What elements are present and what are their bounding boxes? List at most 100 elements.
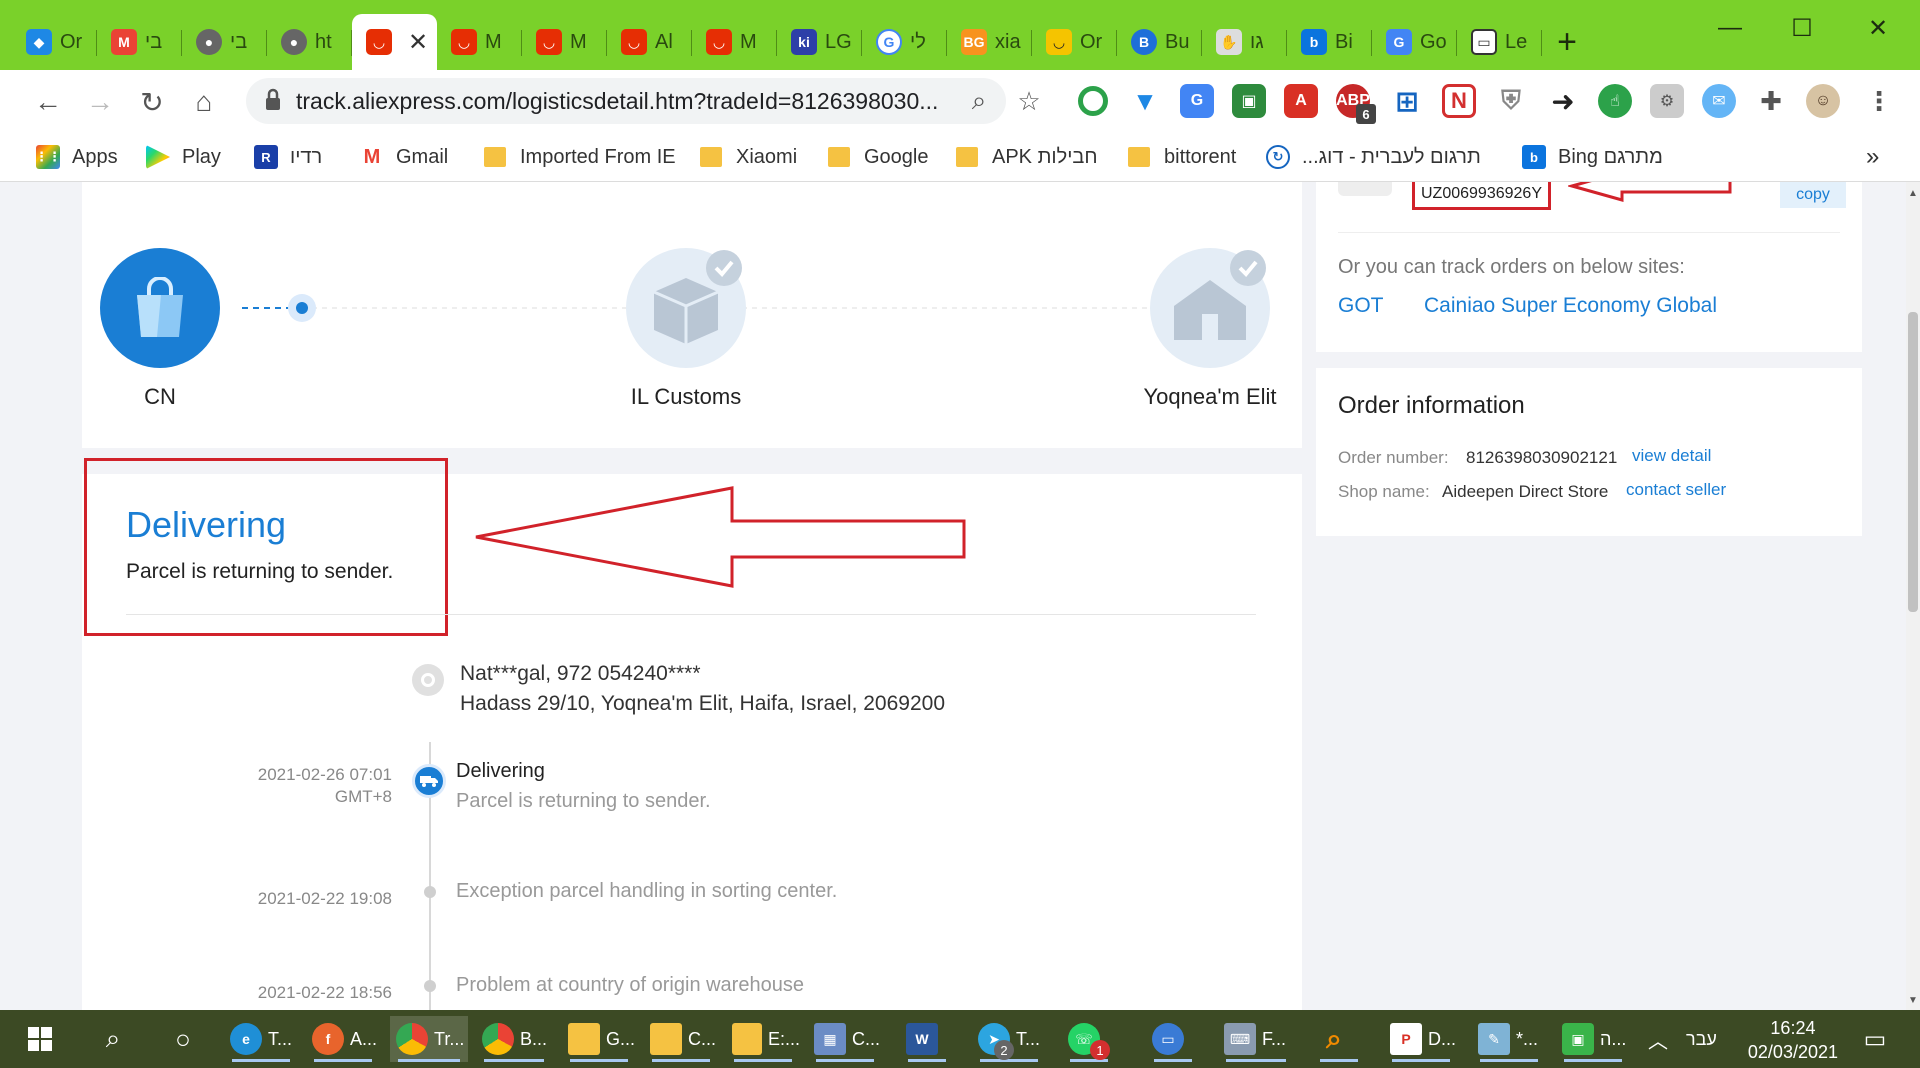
netflix-ext-icon[interactable]: N xyxy=(1442,84,1476,118)
bookmark-translate-site[interactable]: ↻ תרגום לעברית - דוג... xyxy=(1266,140,1481,174)
search-icon[interactable]: ⌕ xyxy=(90,1016,130,1062)
bookmark-gmail[interactable]: M Gmail xyxy=(360,140,448,174)
chrome-icon xyxy=(482,1023,514,1055)
menu-kebab-icon[interactable]: ⋮ xyxy=(1862,84,1896,118)
taskbar-firefox[interactable]: f A... xyxy=(306,1016,380,1062)
tab-smile[interactable]: ◡ Or xyxy=(1032,14,1117,70)
site-link-got[interactable]: GOT xyxy=(1338,294,1384,318)
close-window-icon[interactable]: ✕ xyxy=(1846,8,1910,48)
taskbar-folder-e[interactable]: E:... xyxy=(726,1016,800,1062)
bookmark-folder-apk[interactable]: APK חבילות xyxy=(956,140,1098,174)
bookmark-radio[interactable]: R רדיו xyxy=(254,140,322,174)
event-date: 2021-02-26 07:01 xyxy=(257,765,392,784)
status-title: Delivering xyxy=(126,504,287,545)
view-detail-link[interactable]: view detail xyxy=(1632,446,1711,466)
taskbar-search-tool[interactable]: ⌕ xyxy=(1312,1016,1366,1062)
tab-translate[interactable]: G Go xyxy=(1372,14,1457,70)
translate-site-icon: ↻ xyxy=(1266,145,1290,169)
diamond-ext-icon[interactable]: ▼ xyxy=(1128,84,1162,118)
tab-active-aliexpress[interactable]: ◡ ✕ xyxy=(352,14,437,70)
bookmark-folder-xiaomi[interactable]: Xiaomi xyxy=(700,140,797,174)
tab-aliexpress-m1[interactable]: ◡ M xyxy=(437,14,522,70)
arrow-ext-icon[interactable]: ➜ xyxy=(1546,84,1580,118)
pdf-ext-icon[interactable]: A xyxy=(1284,84,1318,118)
tab-bing[interactable]: b Bi xyxy=(1287,14,1372,70)
tab-label: LG xyxy=(825,30,852,53)
tab-hand[interactable]: ✋ גו xyxy=(1202,14,1287,70)
close-tab-icon[interactable]: ✕ xyxy=(408,28,428,57)
hand-ext-icon[interactable]: ☝ xyxy=(1598,84,1632,118)
taskbar-pdf[interactable]: P D... xyxy=(1384,1016,1458,1062)
profile-avatar[interactable]: ☺ xyxy=(1806,84,1840,118)
tab-aliexpress-al[interactable]: ◡ Al xyxy=(607,14,692,70)
tab-bu[interactable]: B Bu xyxy=(1117,14,1202,70)
home-icon[interactable]: ⌂ xyxy=(184,82,224,122)
scroll-thumb[interactable] xyxy=(1908,312,1918,612)
tray-chevron-up-icon[interactable]: ︿ xyxy=(1640,1016,1670,1062)
taskbar-chrome-2[interactable]: B... xyxy=(476,1016,552,1062)
start-button[interactable] xyxy=(14,1016,60,1062)
bookmark-star-icon[interactable]: ☆ xyxy=(1014,86,1044,116)
opera-ext-icon[interactable] xyxy=(1078,86,1108,116)
annotation-arrow-left xyxy=(475,486,966,588)
extensions-puzzle-icon[interactable]: ✚ xyxy=(1754,84,1788,118)
tab-aliexpress-m3[interactable]: ◡ M xyxy=(692,14,777,70)
scroll-down-arrow[interactable]: ▼ xyxy=(1908,995,1918,1006)
address-bar[interactable]: track.aliexpress.com/logisticsdetail.htm… xyxy=(246,78,1006,124)
forward-icon[interactable]: → xyxy=(80,82,120,122)
step-label-cn: CN xyxy=(144,384,176,409)
bookmark-folder-ie[interactable]: Imported From IE xyxy=(484,140,676,174)
language-indicator[interactable]: עבר xyxy=(1680,1016,1724,1062)
folder-icon xyxy=(650,1023,682,1055)
bookmark-folder-bittorent[interactable]: bittorent xyxy=(1128,140,1236,174)
tab-xia[interactable]: BG xia xyxy=(947,14,1032,70)
puzzle-person-ext-icon[interactable]: ⚙ xyxy=(1650,84,1684,118)
scroll-up-arrow[interactable]: ▲ xyxy=(1908,188,1918,199)
reload-icon[interactable]: ↻ xyxy=(132,82,172,122)
tab-le[interactable]: ▭ Le xyxy=(1457,14,1542,70)
bookmark-play[interactable]: Play xyxy=(146,140,221,174)
taskbar-keyboard[interactable]: ⌨ F... xyxy=(1218,1016,1294,1062)
taskbar-folder-c[interactable]: C... xyxy=(644,1016,718,1062)
site-link-cainiao[interactable]: Cainiao Super Economy Global xyxy=(1424,294,1717,318)
taskbar-edge[interactable]: e T... xyxy=(224,1016,298,1062)
minimize-icon[interactable]: — xyxy=(1698,8,1762,48)
tab-gmail[interactable]: M בי xyxy=(97,14,182,70)
tab-aliexpress-m2[interactable]: ◡ M xyxy=(522,14,607,70)
taskbar-chrome-active[interactable]: Tr... xyxy=(390,1016,468,1062)
tab-globe-1[interactable]: ● בי xyxy=(182,14,267,70)
taskbar-robot[interactable]: ▣ ה... xyxy=(1556,1016,1630,1062)
tab-lg[interactable]: ki LG xyxy=(777,14,862,70)
mail-ext-icon[interactable]: ✉ xyxy=(1702,84,1736,118)
carrier-logo xyxy=(1338,182,1392,196)
taskbar-word[interactable]: W xyxy=(900,1016,954,1062)
back-icon[interactable]: ← xyxy=(28,82,68,122)
bookmark-folder-google[interactable]: Google xyxy=(828,140,929,174)
grid-ext-icon[interactable]: ⊞ xyxy=(1390,84,1424,118)
tab-globe-2[interactable]: ● ht xyxy=(267,14,352,70)
taskbar-notepad[interactable]: ✎ *... xyxy=(1472,1016,1546,1062)
tab-or[interactable]: ◆ Or xyxy=(12,14,97,70)
shield-ext-icon[interactable]: ⛨ xyxy=(1494,84,1528,118)
taskbar-label: ה... xyxy=(1600,1028,1627,1049)
bookmark-apps[interactable]: ⋮⋮ Apps xyxy=(35,140,118,174)
notifications-icon[interactable]: ▭ xyxy=(1852,1016,1892,1062)
cortana-icon[interactable]: ○ xyxy=(160,1016,200,1062)
zoom-icon[interactable]: ⌕ xyxy=(964,85,994,116)
clock-time: 16:24 xyxy=(1770,1018,1816,1038)
copy-button[interactable]: copy xyxy=(1780,182,1846,208)
taskbar-folder-g[interactable]: G... xyxy=(562,1016,636,1062)
bookmarks-more-icon[interactable]: » xyxy=(1866,140,1879,174)
maximize-icon[interactable]: ☐ xyxy=(1770,8,1834,48)
robot-ext-icon[interactable]: ▣ xyxy=(1232,84,1266,118)
bookmark-bing[interactable]: b Bing מתרגם xyxy=(1522,140,1663,174)
clock[interactable]: 16:24 02/03/2021 xyxy=(1748,1016,1838,1064)
new-tab-button[interactable]: + xyxy=(1542,14,1592,70)
bookmark-label: Gmail xyxy=(396,145,449,168)
taskbar-calculator[interactable]: ▦ C... xyxy=(808,1016,882,1062)
translate-ext-icon[interactable]: G xyxy=(1180,84,1214,118)
tab-google[interactable]: G לי xyxy=(862,14,947,70)
page-scrollbar[interactable]: ▲ ▼ xyxy=(1906,182,1920,1010)
contact-seller-link[interactable]: contact seller xyxy=(1626,480,1726,500)
taskbar-chat[interactable]: ▭ xyxy=(1146,1016,1200,1062)
